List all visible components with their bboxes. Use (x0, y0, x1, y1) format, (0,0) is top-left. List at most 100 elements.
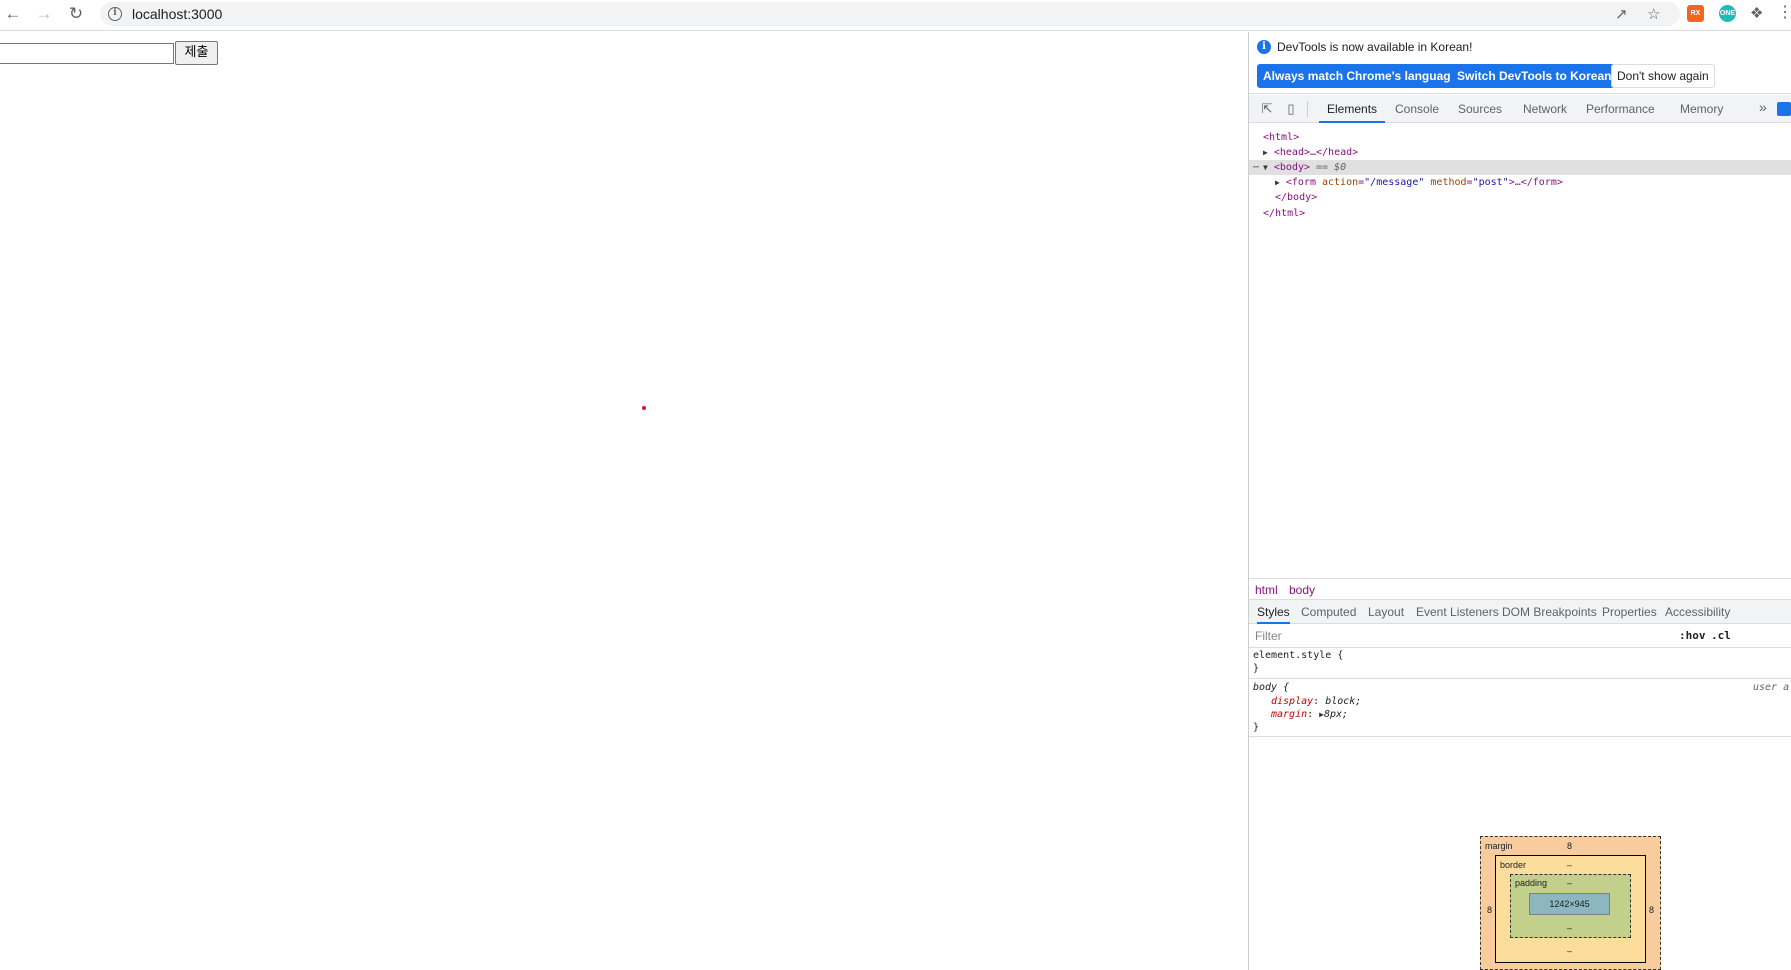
expand-triangle-icon[interactable]: ▶ (1275, 178, 1280, 187)
infobar-message: DevTools is now available in Korean! (1277, 40, 1473, 54)
dom-node-form[interactable]: ▶ <form action="/message" method="post">… (1275, 175, 1563, 190)
more-actions-icon[interactable]: ⋯ (1253, 160, 1259, 175)
chrome-menu-icon[interactable]: ⋮ (1777, 2, 1791, 22)
body-rule-close: } (1253, 722, 1260, 733)
tab-elements[interactable]: Elements (1319, 95, 1386, 123)
border-bottom-value[interactable]: – (1567, 946, 1572, 956)
more-tabs-chevron-icon[interactable]: » (1759, 99, 1767, 115)
tab-event-listeners[interactable]: Event Listeners (1416, 600, 1499, 624)
margin-top-value[interactable]: 8 (1567, 841, 1572, 851)
switch-to-korean-button[interactable]: Switch DevTools to Korean (1451, 64, 1618, 88)
body-tag: <body> (1273, 162, 1310, 173)
always-match-language-button[interactable]: Always match Chrome's language (1257, 64, 1464, 88)
body-rule-selector[interactable]: body { (1253, 681, 1289, 694)
devtools-panel: i DevTools is now available in Korean! A… (1248, 32, 1791, 970)
bookmark-star-icon[interactable]: ☆ (1647, 5, 1660, 23)
message-input[interactable] (0, 43, 174, 64)
element-style-selector[interactable]: element.style { (1253, 649, 1343, 662)
class-toggle[interactable]: .cl (1711, 629, 1731, 642)
margin-label: margin (1485, 841, 1513, 851)
info-icon: i (1257, 40, 1271, 54)
settings-badge-icon[interactable] (1777, 102, 1791, 116)
tab-accessibility[interactable]: Accessibility (1665, 600, 1730, 624)
tab-computed[interactable]: Computed (1301, 600, 1356, 624)
box-model-content-size[interactable]: 1242×945 (1529, 893, 1610, 915)
styles-filter-input[interactable]: Filter (1253, 627, 1671, 645)
address-bar[interactable]: i localhost:3000 (100, 2, 1680, 26)
padding-bottom-value[interactable]: – (1567, 923, 1572, 933)
share-icon[interactable]: ↗ (1615, 5, 1628, 23)
padding-top-value[interactable]: – (1567, 878, 1572, 888)
dom-tree: <html> ▶ <head>…</head> ⋯ ▼ <body> == $0… (1249, 124, 1791, 564)
page-viewport: 제출 (0, 32, 1248, 970)
user-agent-label: user a (1753, 682, 1790, 693)
html-tag: <html> (1263, 132, 1300, 143)
dom-node-body-close: </body> (1275, 190, 1317, 205)
margin-declaration[interactable]: margin: ▶8px; (1271, 708, 1348, 721)
form-attr-method-value: "post" (1472, 177, 1509, 188)
extensions-puzzle-icon[interactable]: ❖ (1750, 4, 1763, 22)
display-property: display (1271, 696, 1314, 707)
cursor-dot (642, 406, 646, 410)
dom-node-head[interactable]: ▶ <head>…</head> (1263, 145, 1358, 160)
margin-value: 8px; (1324, 709, 1349, 720)
dom-node-html-close: </html> (1263, 206, 1305, 221)
border-label: border (1500, 860, 1527, 870)
tab-dom-breakpoints[interactable]: DOM Breakpoints (1502, 600, 1597, 624)
one-extension-icon[interactable]: ONE (1719, 5, 1736, 22)
tab-layout[interactable]: Layout (1368, 600, 1404, 624)
dom-node-html[interactable]: <html> (1263, 130, 1299, 145)
tab-properties[interactable]: Properties (1602, 600, 1657, 624)
inspect-element-icon[interactable]: ⇱ (1259, 101, 1275, 117)
styles-pane-tabs: Styles Computed Layout Event Listeners D… (1249, 600, 1791, 624)
border-top-value[interactable]: – (1567, 860, 1572, 870)
selected-marker: == $0 (1316, 162, 1347, 173)
box-model-margin: margin 8 8 8 border – – padding – – 1242… (1480, 836, 1661, 970)
form-attr-method: method (1430, 177, 1467, 188)
margin-property: margin (1271, 709, 1308, 720)
margin-left-value[interactable]: 8 (1487, 905, 1492, 915)
collapse-triangle-icon[interactable]: ▼ (1263, 163, 1268, 172)
device-toolbar-icon[interactable]: ▯ (1283, 101, 1299, 117)
tab-memory[interactable]: Memory (1672, 95, 1731, 123)
form-close-tag: >…</form> (1508, 177, 1563, 188)
dont-show-again-button[interactable]: Don't show again (1611, 64, 1715, 88)
tab-performance[interactable]: Performance (1578, 95, 1663, 123)
tab-console[interactable]: Console (1387, 95, 1447, 123)
padding-label: padding (1515, 878, 1548, 888)
reload-icon[interactable]: ↻ (65, 3, 87, 25)
url-text: localhost:3000 (132, 6, 223, 22)
tab-styles[interactable]: Styles (1257, 600, 1290, 624)
margin-right-value[interactable]: 8 (1649, 905, 1654, 915)
rx-extension-icon[interactable]: RX (1687, 5, 1704, 22)
display-value: block; (1325, 696, 1362, 707)
head-tag: <head>…</head> (1273, 147, 1359, 158)
forward-arrow-icon[interactable]: → (33, 3, 55, 25)
devtools-tabbar: ⇱ ▯ Elements Console Sources Network Per… (1249, 95, 1791, 123)
html-close-tag: </html> (1263, 208, 1306, 219)
browser-toolbar: ← → ↻ i localhost:3000 ↗ ☆ RX ONE ❖ ⋮ (0, 0, 1791, 31)
rule-divider (1249, 736, 1791, 737)
tab-sources[interactable]: Sources (1450, 95, 1510, 123)
toolbar-divider (1307, 101, 1308, 117)
rule-divider (1249, 678, 1791, 679)
element-style-close: } (1253, 663, 1260, 674)
submit-button[interactable]: 제출 (175, 41, 218, 65)
expand-triangle-icon[interactable]: ▶ (1263, 148, 1268, 157)
breadcrumb-html[interactable]: html (1255, 583, 1278, 597)
dom-node-body[interactable]: ⋯ ▼ <body> == $0 (1249, 160, 1791, 175)
display-declaration[interactable]: display: block; (1271, 695, 1361, 708)
box-model-padding: padding – – 1242×945 (1510, 874, 1631, 938)
breadcrumb-body[interactable]: body (1289, 583, 1315, 597)
box-model-border: border – – padding – – 1242×945 (1495, 855, 1646, 963)
form-attr-action-value: "/message" (1364, 177, 1425, 188)
breadcrumb: html body (1249, 578, 1791, 600)
site-info-icon[interactable]: i (108, 7, 122, 21)
body-close-tag: </body> (1275, 192, 1318, 203)
hover-state-toggle[interactable]: :hov (1679, 629, 1706, 642)
tab-network[interactable]: Network (1515, 95, 1575, 123)
styles-filter-row: Filter :hov .cl (1249, 624, 1791, 648)
back-arrow-icon[interactable]: ← (2, 3, 24, 25)
form-attr-action: action (1322, 177, 1359, 188)
form-tag: <form (1285, 177, 1316, 188)
